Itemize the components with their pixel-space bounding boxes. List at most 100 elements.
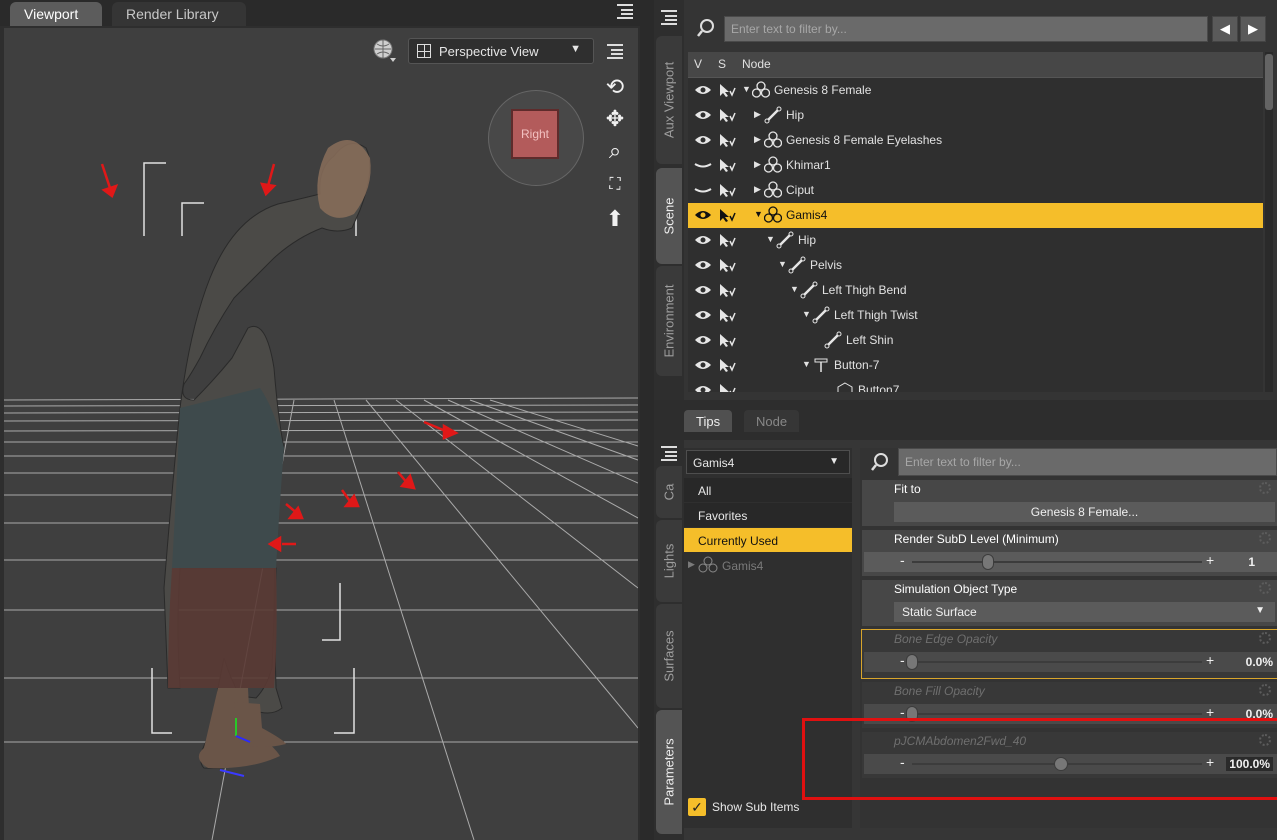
parameters-filter-input[interactable]: Enter text to filter by... — [898, 448, 1277, 476]
tab-surfaces[interactable]: Surfaces — [656, 604, 682, 708]
cursor-select-icon[interactable] — [718, 258, 736, 272]
collapse-arrow-icon[interactable]: ▼ — [766, 234, 776, 244]
expand-arrow-icon[interactable]: ▶ — [754, 159, 764, 170]
tab-cameras[interactable]: Ca — [656, 466, 682, 518]
scene-filter-input[interactable]: Enter text to filter by... — [724, 16, 1208, 42]
tab-lights[interactable]: Lights — [656, 520, 682, 602]
viewport-menu-icon[interactable] — [606, 42, 624, 60]
collapse-arrow-icon[interactable]: ▼ — [802, 359, 812, 369]
tab-render-library[interactable]: Render Library — [112, 2, 246, 26]
collapse-arrow-icon[interactable]: ▼ — [778, 259, 788, 269]
category-all[interactable]: All — [684, 478, 852, 502]
tab-viewport[interactable]: Viewport — [10, 2, 102, 26]
eye-icon[interactable] — [694, 359, 712, 371]
cursor-select-icon[interactable] — [718, 208, 736, 222]
increment-icon[interactable]: + — [1206, 652, 1214, 668]
pan-icon[interactable]: ✥ — [602, 106, 628, 132]
cursor-select-icon[interactable] — [718, 133, 736, 147]
eye-closed-icon[interactable] — [694, 184, 712, 196]
expand-arrow-icon[interactable]: ▶ — [754, 109, 764, 120]
expand-arrow-icon[interactable]: ▶ — [754, 184, 764, 195]
eye-icon[interactable] — [694, 84, 712, 96]
scene-tree-row[interactable]: ▼ Gamis4 — [688, 203, 1263, 228]
gear-icon[interactable] — [1259, 482, 1271, 494]
eye-icon[interactable] — [694, 259, 712, 271]
cursor-select-icon[interactable] — [718, 158, 736, 172]
slider-track[interactable] — [912, 561, 1202, 563]
tab-node[interactable]: Node — [744, 410, 800, 432]
cursor-select-icon[interactable] — [718, 308, 736, 322]
eye-icon[interactable] — [694, 309, 712, 321]
slider-knob[interactable] — [906, 654, 918, 670]
scene-tree-row[interactable]: ▼ Button-7 — [688, 353, 1263, 378]
gear-icon[interactable] — [1259, 684, 1271, 696]
category-currently-used[interactable]: Currently Used — [684, 528, 852, 552]
slider-track[interactable] — [912, 713, 1202, 715]
scene-tree-row[interactable]: ▼ Hip — [688, 228, 1263, 253]
tab-tips[interactable]: Tips — [684, 410, 733, 432]
scene-tree-row[interactable]: ▶ Khimar1 — [688, 153, 1263, 178]
back-arrow-icon[interactable]: ◀ — [1212, 16, 1238, 42]
scene-tree-row[interactable]: ▶ Genesis 8 Female Eyelashes — [688, 128, 1263, 153]
camera-globe-icon[interactable] — [372, 38, 396, 62]
slider-knob[interactable] — [982, 554, 994, 570]
cursor-select-icon[interactable] — [718, 108, 736, 122]
collapse-arrow-icon[interactable]: ▼ — [802, 309, 812, 319]
viewport-canvas[interactable]: Right — [4, 28, 638, 840]
column-selectable[interactable]: S — [718, 57, 726, 71]
tab-scene[interactable]: Scene — [656, 168, 682, 264]
gear-icon[interactable] — [1259, 582, 1271, 594]
eye-icon[interactable] — [694, 234, 712, 246]
pane-divider[interactable] — [640, 0, 654, 840]
dolly-icon[interactable]: ⬆ — [602, 206, 628, 232]
tab-environment[interactable]: Environment — [656, 266, 682, 376]
gear-icon[interactable] — [1259, 632, 1271, 644]
view-cube-face[interactable]: Right — [511, 109, 559, 159]
search-icon[interactable] — [870, 452, 890, 472]
increment-icon[interactable]: + — [1206, 552, 1214, 568]
orbit-icon[interactable]: ⟲ — [602, 74, 628, 100]
slider-track[interactable] — [912, 661, 1202, 663]
node-select-dropdown[interactable]: Gamis4 ▼ — [686, 450, 850, 474]
scene-tree-row[interactable]: ▼ Left Thigh Bend — [688, 278, 1263, 303]
scene-tree-row[interactable]: ▼ Pelvis — [688, 253, 1263, 278]
collapse-arrow-icon[interactable]: ▼ — [742, 84, 752, 94]
simulation-type-dropdown[interactable]: Static Surface ▼ — [894, 602, 1275, 622]
column-node[interactable]: Node — [742, 57, 771, 71]
eye-icon[interactable] — [694, 209, 712, 221]
frame-icon[interactable]: ⛶ — [602, 172, 628, 198]
zoom-icon[interactable]: ⌕ — [602, 138, 628, 164]
slider-value[interactable]: 0.0% — [1246, 655, 1273, 669]
view-mode-dropdown[interactable]: Perspective View ▼ — [408, 38, 594, 64]
scene-tree-row[interactable]: Left Shin — [688, 328, 1263, 353]
eye-icon[interactable] — [694, 284, 712, 296]
search-icon[interactable] — [696, 18, 716, 38]
view-cube[interactable]: Right — [488, 90, 584, 186]
pane-menu-icon[interactable] — [616, 2, 634, 20]
collapse-arrow-icon[interactable]: ▼ — [754, 209, 764, 219]
cursor-select-icon[interactable] — [718, 83, 736, 97]
category-gamis4[interactable]: ▶ Gamis4 — [684, 553, 852, 577]
cursor-select-icon[interactable] — [718, 383, 736, 392]
eye-icon[interactable] — [694, 109, 712, 121]
category-favorites[interactable]: Favorites — [684, 503, 852, 527]
scene-tree-row[interactable]: Button7 — [688, 378, 1263, 392]
scene-tree-row[interactable]: ▶ Hip — [688, 103, 1263, 128]
gear-icon[interactable] — [1259, 532, 1271, 544]
forward-arrow-icon[interactable]: ▶ — [1240, 16, 1266, 42]
column-visible[interactable]: V — [694, 57, 702, 71]
eye-closed-icon[interactable] — [694, 159, 712, 171]
slider-value[interactable]: 1 — [1248, 555, 1255, 569]
scene-tree-row[interactable]: ▼ Genesis 8 Female — [688, 78, 1263, 103]
scene-scrollbar[interactable] — [1265, 52, 1273, 392]
decrement-icon[interactable]: - — [900, 652, 905, 668]
expand-arrow-icon[interactable]: ▶ — [688, 559, 695, 570]
dock-menu-icon[interactable] — [660, 8, 678, 26]
collapse-arrow-icon[interactable]: ▼ — [790, 284, 800, 294]
tab-parameters[interactable]: Parameters — [656, 710, 682, 834]
cursor-select-icon[interactable] — [718, 333, 736, 347]
tab-aux-viewport[interactable]: Aux Viewport — [656, 36, 682, 164]
scene-tree-row[interactable]: ▼ Left Thigh Twist — [688, 303, 1263, 328]
render-subd-slider[interactable]: - + 1 — [864, 552, 1277, 572]
decrement-icon[interactable]: - — [900, 552, 905, 568]
